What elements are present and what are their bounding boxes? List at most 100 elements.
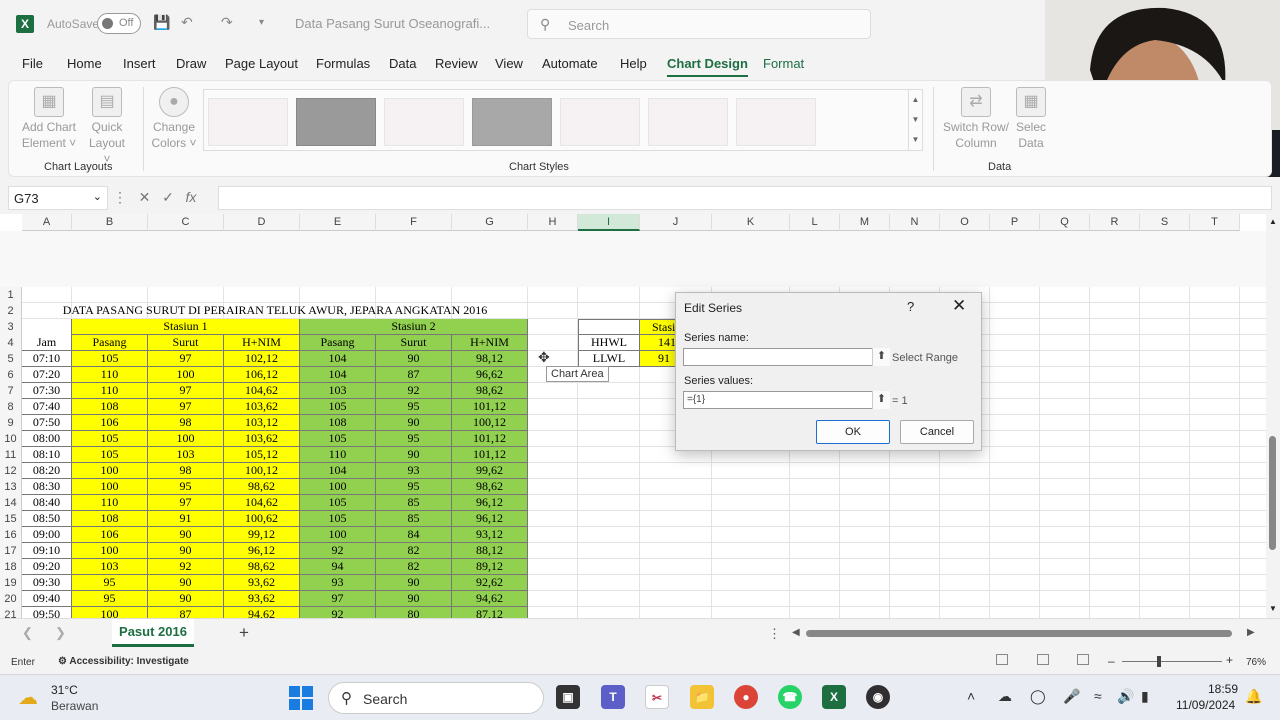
cell-pasang-2[interactable]: 103 xyxy=(300,383,376,399)
cell-surut-1[interactable]: 103 xyxy=(148,447,224,463)
cell-hnim-2[interactable]: 101,12 xyxy=(452,431,528,447)
row-header-6[interactable]: 6 xyxy=(0,367,22,383)
cell-hnim-2[interactable]: 100,12 xyxy=(452,415,528,431)
cell-surut-2[interactable]: 90 xyxy=(376,591,452,607)
cell-pasang-1[interactable]: 95 xyxy=(72,575,148,591)
cell-surut-2[interactable]: 80 xyxy=(376,607,452,618)
cell-hnim-1[interactable]: 102,12 xyxy=(224,351,300,367)
chart-style-4[interactable] xyxy=(472,98,552,146)
prev-sheet-icon[interactable]: ❮ xyxy=(22,625,33,641)
save-icon[interactable]: 💾 xyxy=(153,14,170,31)
station1-header[interactable]: Stasiun 1 xyxy=(72,319,300,335)
cell-surut-1[interactable]: 98 xyxy=(148,463,224,479)
row-header-2[interactable]: 2 xyxy=(0,303,22,319)
cell-pasang-1[interactable]: 105 xyxy=(72,447,148,463)
cell-pasang-1[interactable]: 108 xyxy=(72,399,148,415)
cell-pasang-2[interactable]: 104 xyxy=(300,463,376,479)
cell-surut-1[interactable]: 90 xyxy=(148,591,224,607)
row-header-3[interactable]: 3 xyxy=(0,319,22,335)
chevron-down-icon[interactable]: ⌄ xyxy=(93,190,102,203)
change-colors-button[interactable]: ● Change Colors ˅ xyxy=(149,87,199,151)
cell-jam[interactable]: 07:40 xyxy=(22,399,72,415)
cell-surut-1[interactable]: 97 xyxy=(148,495,224,511)
cell-jam[interactable]: 08:40 xyxy=(22,495,72,511)
zoom-knob[interactable] xyxy=(1157,656,1161,667)
cell-pasang-2[interactable]: 105 xyxy=(300,511,376,527)
column-header-j[interactable]: J xyxy=(640,214,712,231)
cell-hnim-1[interactable]: 98,62 xyxy=(224,559,300,575)
cell-hnim-2[interactable]: 87,12 xyxy=(452,607,528,618)
row-header-20[interactable]: 20 xyxy=(0,591,22,607)
cell-hnim-1[interactable]: 96,12 xyxy=(224,543,300,559)
column-header-r[interactable]: R xyxy=(1090,214,1140,231)
row-header-13[interactable]: 13 xyxy=(0,479,22,495)
cell-hnim-2[interactable]: 93,12 xyxy=(452,527,528,543)
scroll-thumb[interactable] xyxy=(1269,436,1276,550)
cell-jam[interactable]: 09:20 xyxy=(22,559,72,575)
zoom-out-icon[interactable]: – xyxy=(1108,654,1115,668)
row-header-17[interactable]: 17 xyxy=(0,543,22,559)
cell-jam[interactable]: 09:10 xyxy=(22,543,72,559)
value-hhwl[interactable]: 141 xyxy=(640,335,676,351)
header-jam[interactable]: Jam xyxy=(22,335,72,351)
row-header-15[interactable]: 15 xyxy=(0,511,22,527)
cancel-button[interactable]: Cancel xyxy=(900,420,974,444)
worksheet-grid[interactable]: ABCDEFGHIJKLMNOPQRST 1 2 3 4 5 6 7 8 9 10 11 12 13 14… xyxy=(0,214,1266,618)
document-title[interactable]: Data Pasang Surut Oseanografi... xyxy=(295,16,490,31)
column-header-i[interactable]: I xyxy=(578,214,640,231)
row-header-5[interactable]: 5 xyxy=(0,351,22,367)
cell-jam[interactable]: 08:50 xyxy=(22,511,72,527)
ok-button[interactable]: OK xyxy=(816,420,890,444)
cell-hnim-1[interactable]: 99,12 xyxy=(224,527,300,543)
cell-surut-2[interactable]: 95 xyxy=(376,479,452,495)
volume-icon[interactable]: 🔊 xyxy=(1117,688,1134,705)
cell-pasang-2[interactable]: 92 xyxy=(300,543,376,559)
column-header-s[interactable]: S xyxy=(1140,214,1190,231)
cell-jam[interactable]: 07:20 xyxy=(22,367,72,383)
cell-hnim-2[interactable]: 99,62 xyxy=(452,463,528,479)
cell-surut-2[interactable]: 95 xyxy=(376,431,452,447)
cell-surut-1[interactable]: 90 xyxy=(148,575,224,591)
row-header-12[interactable]: 12 xyxy=(0,463,22,479)
column-header-l[interactable]: L xyxy=(790,214,840,231)
chart-style-1[interactable] xyxy=(208,98,288,146)
cell-pasang-2[interactable]: 92 xyxy=(300,607,376,618)
zoom-level[interactable]: 76% xyxy=(1246,657,1266,668)
cell-surut-2[interactable]: 90 xyxy=(376,575,452,591)
cell-surut-2[interactable]: 95 xyxy=(376,399,452,415)
menu-insert[interactable]: Insert xyxy=(123,56,156,71)
row-header-19[interactable]: 19 xyxy=(0,575,22,591)
collapse-dialog-icon[interactable]: ⬆ xyxy=(872,348,890,366)
cell-surut-2[interactable]: 90 xyxy=(376,415,452,431)
header-hnim-2[interactable]: H+NIM xyxy=(452,335,528,351)
cell-pasang-2[interactable]: 93 xyxy=(300,575,376,591)
normal-view-icon[interactable] xyxy=(996,654,1008,665)
cell-pasang-1[interactable]: 95 xyxy=(72,591,148,607)
accessibility-status[interactable]: ⚙ Accessibility: Investigate xyxy=(58,656,189,667)
battery-icon[interactable]: ▮ xyxy=(1141,688,1149,705)
menu-chart-design[interactable]: Chart Design xyxy=(667,56,748,77)
cell-surut-1[interactable]: 92 xyxy=(148,559,224,575)
cell-surut-1[interactable]: 97 xyxy=(148,399,224,415)
cell-surut-2[interactable]: 85 xyxy=(376,511,452,527)
insert-function-icon[interactable]: fx xyxy=(185,189,196,205)
column-header-o[interactable]: O xyxy=(940,214,990,231)
wifi-icon[interactable]: ≈ xyxy=(1094,688,1102,704)
menu-formulas[interactable]: Formulas xyxy=(316,56,370,71)
cell-surut-1[interactable]: 98 xyxy=(148,415,224,431)
styles-scroll[interactable]: ▲ ▼ ▼ xyxy=(908,90,922,150)
cell-jam[interactable]: 08:00 xyxy=(22,431,72,447)
cell-hnim-2[interactable]: 101,12 xyxy=(452,399,528,415)
cell-pasang-2[interactable]: 104 xyxy=(300,367,376,383)
cell-pasang-1[interactable]: 108 xyxy=(72,511,148,527)
column-header-m[interactable]: M xyxy=(840,214,890,231)
chart-style-2[interactable] xyxy=(296,98,376,146)
confirm-entry-icon[interactable]: ✓ xyxy=(162,189,174,205)
cell-jam[interactable]: 07:30 xyxy=(22,383,72,399)
station2-header[interactable]: Stasiun 2 xyxy=(300,319,528,335)
excel-taskbar-icon[interactable]: X xyxy=(822,685,846,709)
cell-hnim-2[interactable]: 88,12 xyxy=(452,543,528,559)
cell-hnim-1[interactable]: 103,12 xyxy=(224,415,300,431)
cell-hnim-1[interactable]: 106,12 xyxy=(224,367,300,383)
menu-page-layout[interactable]: Page Layout xyxy=(225,56,298,71)
